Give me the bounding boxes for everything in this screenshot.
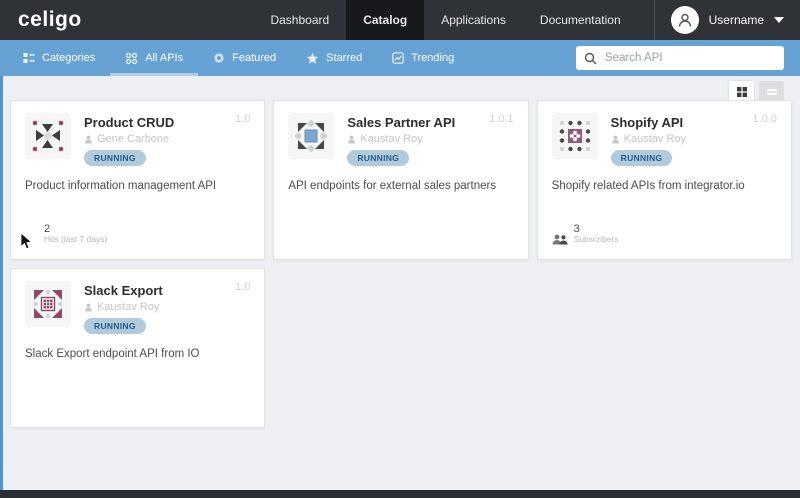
tab-all-apis-label: All APIs bbox=[145, 52, 183, 64]
person-icon bbox=[84, 135, 93, 144]
card-header: Shopify API Kaustav Roy RUNNING bbox=[552, 113, 777, 166]
avatar bbox=[671, 6, 699, 34]
catalog-toolbar: Categories All APIs Featured Starred Tre… bbox=[0, 40, 800, 76]
card-title-block: Product CRUD Gene Carbone RUNNING bbox=[84, 113, 174, 166]
api-card-shopify[interactable]: 1.0.0 Shopify API bbox=[537, 100, 792, 260]
categories-icon bbox=[23, 52, 35, 64]
api-card-sales-partner[interactable]: 1.0.1 Sales Partn bbox=[273, 100, 528, 260]
all-apis-icon bbox=[125, 52, 138, 65]
view-toggles bbox=[729, 81, 784, 102]
author-name: Kaustav Roy bbox=[360, 133, 422, 145]
window-bottom-edge bbox=[0, 490, 800, 498]
api-title: Slack Export bbox=[84, 283, 163, 298]
nav-item-documentation[interactable]: Documentation bbox=[523, 0, 638, 40]
subscribers-icon bbox=[552, 234, 568, 245]
trending-icon bbox=[392, 52, 404, 64]
card-title-block: Slack Export Kaustav Roy RUNNING bbox=[84, 281, 163, 334]
mouse-cursor bbox=[20, 232, 33, 250]
tab-featured[interactable]: Featured bbox=[198, 40, 291, 76]
api-author: Kaustav Roy bbox=[611, 133, 686, 145]
api-identicon bbox=[552, 113, 598, 159]
tab-starred-label: Starred bbox=[326, 52, 362, 64]
author-name: Kaustav Roy bbox=[624, 133, 686, 145]
api-title: Shopify API bbox=[611, 115, 686, 130]
api-author: Kaustav Roy bbox=[84, 301, 163, 313]
tab-all-apis[interactable]: All APIs bbox=[110, 40, 198, 76]
api-identicon bbox=[25, 281, 71, 327]
api-author: Kaustav Roy bbox=[347, 133, 455, 145]
featured-icon bbox=[213, 52, 225, 64]
app-header: celigo Dashboard Catalog Applications Do… bbox=[0, 0, 800, 40]
card-header: Slack Export Kaustav Roy RUNNING bbox=[25, 281, 250, 334]
list-view-button[interactable] bbox=[759, 81, 784, 102]
celigo-logo: celigo bbox=[18, 8, 82, 32]
list-view-icon bbox=[766, 86, 778, 98]
api-card-slack-export[interactable]: 1.0 bbox=[10, 268, 265, 428]
api-card-product-crud[interactable]: 1.0 Product CRUD bbox=[10, 100, 265, 260]
nav-item-dashboard[interactable]: Dashboard bbox=[253, 0, 346, 40]
author-name: Gene Carbone bbox=[97, 133, 169, 145]
grid-view-button[interactable] bbox=[729, 81, 754, 102]
stat-label: Subscribers bbox=[574, 235, 619, 245]
tab-featured-label: Featured bbox=[232, 52, 276, 64]
tab-categories[interactable]: Categories bbox=[8, 40, 110, 76]
caret-down-icon bbox=[774, 17, 784, 23]
person-icon bbox=[347, 135, 356, 144]
status-badge: RUNNING bbox=[611, 150, 673, 166]
username-label: Username bbox=[709, 13, 764, 27]
version-label: 1.0 bbox=[235, 113, 250, 125]
card-header: Product CRUD Gene Carbone RUNNING bbox=[25, 113, 250, 166]
api-title: Product CRUD bbox=[84, 115, 174, 130]
tab-trending-label: Trending bbox=[411, 52, 454, 64]
user-menu[interactable]: Username bbox=[655, 0, 800, 40]
api-identicon bbox=[288, 113, 334, 159]
card-title-block: Sales Partner API Kaustav Roy RUNNING bbox=[347, 113, 455, 166]
version-label: 1.0.0 bbox=[753, 113, 777, 125]
grid-view-icon bbox=[736, 86, 748, 98]
api-description: Slack Export endpoint API from IO bbox=[25, 347, 250, 362]
api-identicon bbox=[25, 113, 71, 159]
status-badge: RUNNING bbox=[84, 150, 146, 166]
card-title-block: Shopify API Kaustav Roy RUNNING bbox=[611, 113, 686, 166]
search-input[interactable] bbox=[603, 51, 776, 65]
status-badge: RUNNING bbox=[347, 150, 409, 166]
star-icon bbox=[306, 52, 319, 65]
api-title: Sales Partner API bbox=[347, 115, 455, 130]
person-icon bbox=[676, 11, 694, 29]
main-nav: Dashboard Catalog Applications Documenta… bbox=[253, 0, 800, 40]
author-name: Kaustav Roy bbox=[97, 301, 159, 313]
status-badge: RUNNING bbox=[84, 318, 146, 334]
tab-trending[interactable]: Trending bbox=[377, 40, 469, 76]
stat-label: Hits (last 7 days) bbox=[44, 235, 107, 245]
card-stat: 3 Subscribers bbox=[552, 223, 777, 247]
search-icon bbox=[584, 52, 597, 65]
api-description: Shopify related APIs from integrator.io bbox=[552, 179, 777, 194]
tab-starred[interactable]: Starred bbox=[291, 40, 377, 76]
version-label: 1.0 bbox=[235, 281, 250, 293]
catalog-content: 1.0 Product CRUD bbox=[0, 76, 800, 490]
search-box bbox=[576, 46, 784, 70]
version-label: 1.0.1 bbox=[489, 113, 513, 125]
api-description: API endpoints for external sales partner… bbox=[288, 179, 513, 194]
api-card-grid: 1.0 Product CRUD bbox=[10, 100, 792, 428]
nav-item-catalog[interactable]: Catalog bbox=[346, 0, 424, 40]
tab-categories-label: Categories bbox=[42, 52, 95, 64]
nav-item-applications[interactable]: Applications bbox=[424, 0, 523, 40]
card-header: Sales Partner API Kaustav Roy RUNNING bbox=[288, 113, 513, 166]
person-icon bbox=[611, 135, 620, 144]
api-author: Gene Carbone bbox=[84, 133, 174, 145]
person-icon bbox=[84, 303, 93, 312]
api-description: Product information management API bbox=[25, 179, 250, 194]
card-stat: 2 Hits (last 7 days) bbox=[25, 223, 250, 247]
